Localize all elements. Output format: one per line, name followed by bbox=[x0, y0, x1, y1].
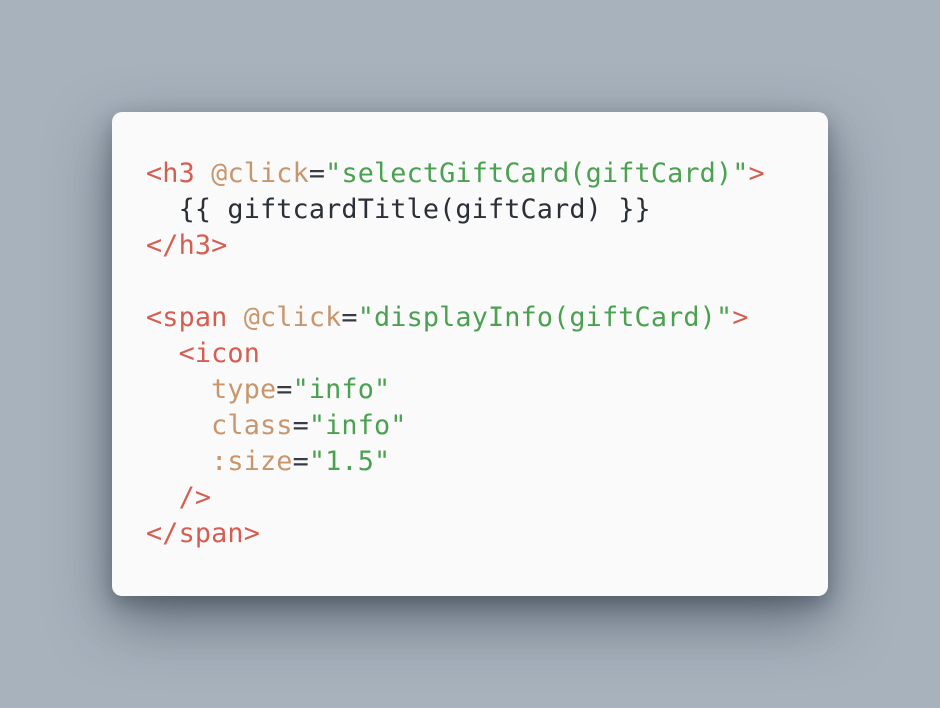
code-line-7: type="info" bbox=[146, 372, 765, 408]
code-line-2: {{ giftcardTitle(giftCard) }} bbox=[146, 192, 765, 228]
code-token-eq: = bbox=[292, 446, 309, 477]
code-token-tag: /> bbox=[178, 482, 212, 513]
code-token-attr: type bbox=[211, 374, 277, 405]
code-line-5: <span @click="displayInfo(giftCard)"> bbox=[146, 300, 765, 336]
code-line-11: </span> bbox=[146, 516, 765, 552]
page-background: { "code": { "language": "vue-template", … bbox=[0, 0, 940, 708]
code-token-tag: > bbox=[732, 302, 749, 333]
code-token-string: "info" bbox=[292, 374, 391, 405]
code-line-3: </h3> bbox=[146, 228, 765, 264]
code-token-string: "displayInfo(giftCard)" bbox=[357, 302, 733, 333]
code-token-string: "info" bbox=[308, 410, 407, 441]
code-token-tag: </span> bbox=[146, 518, 260, 549]
code-line-9: :size="1.5" bbox=[146, 444, 765, 480]
code-line-10: /> bbox=[146, 480, 765, 516]
code-token-string: "selectGiftCard(giftCard)" bbox=[325, 158, 749, 189]
code-token-eq: = bbox=[308, 158, 326, 189]
code-token-attr: @click bbox=[243, 302, 342, 333]
code-token-tag: </h3> bbox=[146, 230, 228, 261]
code-line-1: <h3 @click="selectGiftCard(giftCard)"> bbox=[146, 156, 765, 192]
code-line-8: class="info" bbox=[146, 408, 765, 444]
code-card: <h3 @click="selectGiftCard(giftCard)"> {… bbox=[112, 112, 828, 596]
code-block: <h3 @click="selectGiftCard(giftCard)"> {… bbox=[146, 156, 765, 552]
code-token-string: "1.5" bbox=[308, 446, 391, 477]
code-token-eq: = bbox=[341, 302, 358, 333]
code-token-tag: > bbox=[748, 158, 765, 189]
code-token-tag: <span bbox=[146, 302, 228, 333]
code-token-attr: @click bbox=[211, 158, 309, 189]
code-token-text: {{ giftcardTitle(giftCard) }} bbox=[178, 194, 651, 225]
code-token-eq: = bbox=[276, 374, 293, 405]
code-token-attr: :size bbox=[211, 446, 293, 477]
code-line-6: <icon bbox=[146, 336, 765, 372]
code-token-tag: <icon bbox=[178, 338, 260, 369]
code-token-tag: <h3 bbox=[146, 158, 195, 189]
code-token-attr: class bbox=[211, 410, 293, 441]
code-token-eq: = bbox=[292, 410, 309, 441]
